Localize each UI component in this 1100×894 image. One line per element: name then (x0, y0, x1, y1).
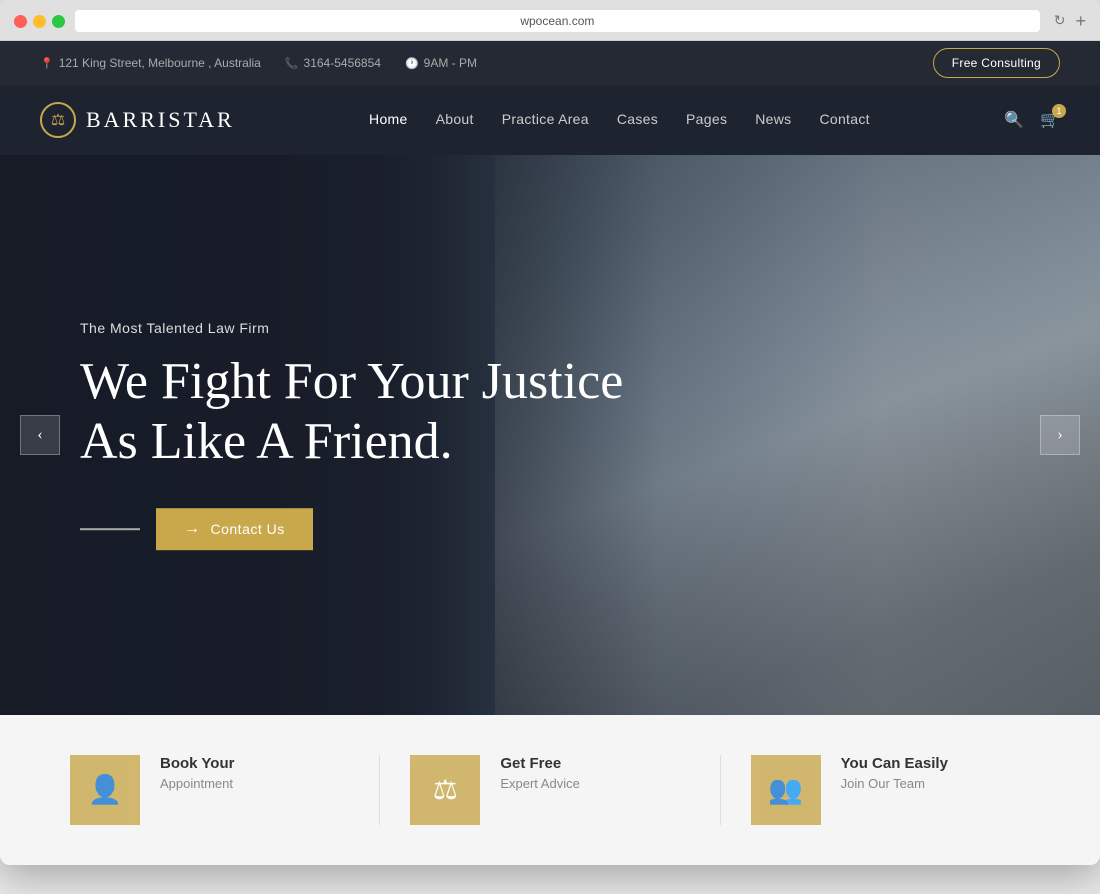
nav-item-practice[interactable]: Practice Area (502, 111, 589, 129)
nav-link-news[interactable]: News (755, 111, 791, 127)
browser-window: wpocean.com ↻ + 📍 121 King Street, Melbo… (0, 0, 1100, 865)
maximize-button[interactable] (52, 15, 65, 28)
nav-link-home[interactable]: Home (369, 111, 408, 127)
url-text: wpocean.com (520, 14, 594, 28)
hero-subtitle: The Most Talented Law Firm (80, 320, 623, 336)
logo-icon: ⚖ (40, 102, 76, 138)
chevron-right-icon: › (1057, 426, 1062, 444)
feature-card-appointment: 👤 Book Your Appointment (40, 755, 380, 825)
feature-subtitle-3: Join Our Team (841, 776, 948, 791)
feature-card-team: 👥 You Can Easily Join Our Team (721, 755, 1060, 825)
nav-item-about[interactable]: About (436, 111, 474, 129)
hours-item: 🕐 9AM - PM (405, 56, 477, 70)
location-icon: 📍 (40, 57, 54, 70)
hero-title-line2: As Like A Friend. (80, 413, 453, 470)
nav-link-pages[interactable]: Pages (686, 111, 727, 127)
slider-next-button[interactable]: › (1040, 415, 1080, 455)
hero-divider-line (80, 528, 140, 530)
address-bar[interactable]: wpocean.com (75, 10, 1040, 32)
browser-chrome: wpocean.com ↻ + (0, 0, 1100, 41)
feature-title-3: You Can Easily (841, 755, 948, 772)
feature-title-1: Book Your (160, 755, 234, 772)
phone-item: 📞 3164-5456854 (285, 56, 381, 70)
hero-title: We Fight For Your Justice As Like A Frie… (80, 352, 623, 472)
hero-section: The Most Talented Law Firm We Fight For … (0, 155, 1100, 715)
cart-badge: 1 (1052, 104, 1066, 118)
chevron-left-icon: ‹ (37, 426, 42, 444)
nav-icons: 🔍 🛒 1 (1004, 110, 1060, 130)
feature-text-3: You Can Easily Join Our Team (841, 755, 948, 791)
phone-text: 3164-5456854 (304, 56, 381, 70)
feature-title-2: Get Free (500, 755, 580, 772)
address-item: 📍 121 King Street, Melbourne , Australia (40, 56, 261, 70)
cart-wrapper[interactable]: 🛒 1 (1040, 110, 1060, 130)
top-bar-info: 📍 121 King Street, Melbourne , Australia… (40, 56, 477, 70)
nav-item-pages[interactable]: Pages (686, 111, 727, 129)
advice-icon: ⚖ (433, 773, 458, 807)
feature-icon-box-2: ⚖ (410, 755, 480, 825)
nav-item-home[interactable]: Home (369, 111, 408, 129)
feature-icon-box-1: 👤 (70, 755, 140, 825)
contact-us-button[interactable]: → Contact Us (156, 508, 313, 550)
team-icon: 👥 (768, 773, 803, 807)
logo-text: BARRISTAR (86, 107, 235, 133)
feature-subtitle-1: Appointment (160, 776, 234, 791)
feature-text-2: Get Free Expert Advice (500, 755, 580, 791)
nav-item-news[interactable]: News (755, 111, 791, 129)
nav-link-contact[interactable]: Contact (819, 111, 869, 127)
nav-links: Home About Practice Area Cases Pages New… (369, 111, 870, 129)
feature-icon-box-3: 👥 (751, 755, 821, 825)
search-icon[interactable]: 🔍 (1004, 110, 1024, 130)
nav-link-about[interactable]: About (436, 111, 474, 127)
hours-text: 9AM - PM (424, 56, 477, 70)
nav-item-contact[interactable]: Contact (819, 111, 869, 129)
reload-button[interactable]: ↻ (1054, 13, 1066, 30)
clock-icon: 🕐 (405, 57, 419, 70)
nav-link-cases[interactable]: Cases (617, 111, 658, 127)
nav-item-cases[interactable]: Cases (617, 111, 658, 129)
top-bar: 📍 121 King Street, Melbourne , Australia… (0, 41, 1100, 85)
arrow-right-icon: → (184, 520, 201, 538)
address-text: 121 King Street, Melbourne , Australia (59, 56, 261, 70)
new-tab-button[interactable]: + (1075, 11, 1086, 32)
nav-link-practice[interactable]: Practice Area (502, 111, 589, 127)
minimize-button[interactable] (33, 15, 46, 28)
feature-subtitle-2: Expert Advice (500, 776, 580, 791)
feature-card-advice: ⚖ Get Free Expert Advice (380, 755, 720, 825)
appointment-icon: 👤 (88, 773, 123, 807)
hero-cta-wrapper: → Contact Us (80, 508, 623, 550)
contact-us-label: Contact Us (211, 521, 285, 537)
logo[interactable]: ⚖ BARRISTAR (40, 102, 235, 138)
hero-content: The Most Talented Law Firm We Fight For … (80, 320, 623, 550)
logo-emblem: ⚖ (51, 110, 65, 130)
close-button[interactable] (14, 15, 27, 28)
features-section: 👤 Book Your Appointment ⚖ Get Free Exper… (0, 715, 1100, 865)
free-consulting-button[interactable]: Free Consulting (933, 48, 1060, 78)
phone-icon: 📞 (285, 57, 299, 70)
slider-prev-button[interactable]: ‹ (20, 415, 60, 455)
traffic-lights (14, 15, 65, 28)
feature-text-1: Book Your Appointment (160, 755, 234, 791)
hero-title-line1: We Fight For Your Justice (80, 353, 623, 410)
navbar: ⚖ BARRISTAR Home About Practice Area Cas… (0, 85, 1100, 155)
